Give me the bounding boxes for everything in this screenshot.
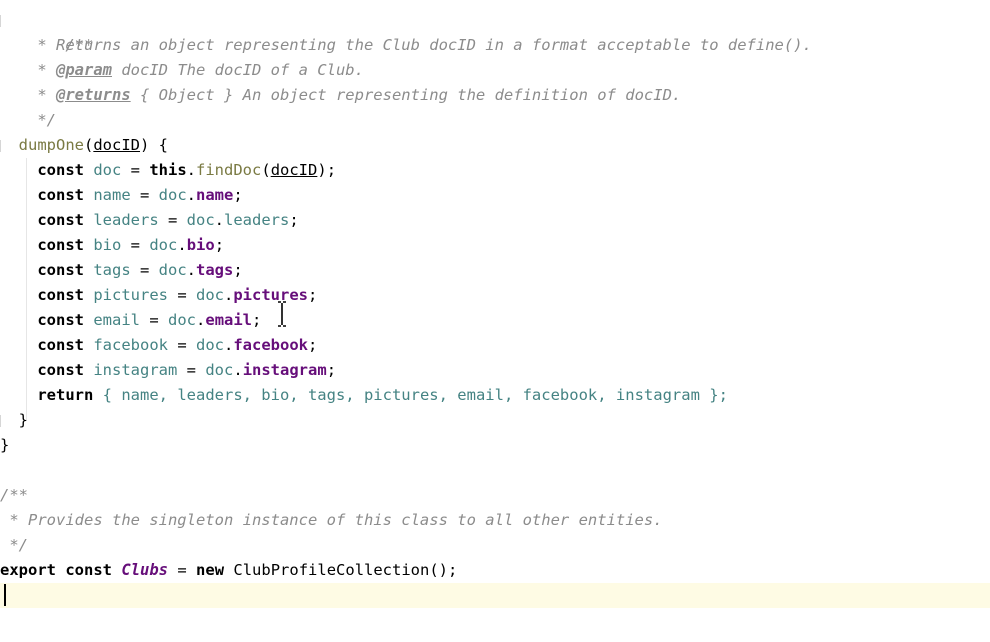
variable: doc: [205, 361, 234, 379]
property: facebook: [233, 336, 308, 354]
code-line[interactable]: */: [0, 533, 990, 558]
code-line[interactable]: * @param docID The docID of a Club.: [0, 58, 990, 83]
variable: doc: [168, 311, 197, 329]
comment-open: /**: [0, 486, 28, 504]
current-line[interactable]: [0, 583, 990, 608]
code-line[interactable]: * Returns an object representing the Clu…: [0, 33, 990, 58]
comment-text: docID The docID of a Club.: [112, 61, 364, 79]
property: email: [205, 311, 253, 329]
variable: leaders: [93, 211, 159, 229]
code-line[interactable]: const bio = doc.bio;: [0, 233, 990, 258]
close-brace: }: [0, 436, 10, 454]
variable: doc: [149, 236, 178, 254]
method-param: docID: [93, 136, 141, 154]
method-name: dumpOne: [18, 136, 84, 154]
code-line[interactable]: const instagram = doc.instagram;: [0, 358, 990, 383]
const-keyword: const: [37, 311, 84, 329]
property: name: [196, 186, 234, 204]
jsdoc-param-tag: @param: [56, 61, 112, 79]
variable: bio: [93, 236, 122, 254]
variable: doc: [158, 261, 187, 279]
variable: doc: [186, 211, 215, 229]
ibeam-cursor-icon: [278, 301, 286, 327]
return-keyword: return: [37, 386, 94, 404]
code-line[interactable]: return { name, leaders, bio, tags, pictu…: [0, 383, 990, 408]
code-line[interactable]: export const Clubs = new ClubProfileColl…: [0, 558, 990, 583]
comment-close: */: [28, 111, 56, 129]
const-keyword: const: [37, 211, 84, 229]
code-line[interactable]: /**: [0, 483, 990, 508]
comment-text: { Object } An object representing the de…: [130, 86, 682, 104]
jsdoc-returns-tag: @returns: [56, 86, 131, 104]
code-line[interactable]: */: [0, 108, 990, 133]
new-keyword: new: [196, 561, 225, 579]
code-line[interactable]: const facebook = doc.facebook;: [0, 333, 990, 358]
const-keyword: const: [65, 561, 113, 579]
variable: facebook: [93, 336, 168, 354]
code-line[interactable]: dumpOne(docID) {: [0, 133, 990, 158]
variable: doc: [196, 336, 224, 354]
property: instagram: [242, 361, 327, 379]
open-brace: ) {: [140, 136, 169, 154]
code-line[interactable]: const email = doc.email;: [0, 308, 990, 333]
property: bio: [186, 236, 215, 254]
this-keyword: this: [149, 161, 187, 179]
code-line[interactable]: }: [0, 433, 990, 458]
code-editor[interactable]: /** * Returns an object representing the…: [0, 0, 990, 642]
class-name: ClubProfileCollection: [233, 561, 430, 579]
const-keyword: const: [37, 361, 84, 379]
code-line[interactable]: const doc = this.findDoc(docID);: [0, 158, 990, 183]
variable: name: [93, 186, 131, 204]
property: leaders: [224, 211, 290, 229]
comment-text: * Provides the singleton instance of thi…: [0, 511, 663, 529]
call-parens: ();: [429, 561, 458, 579]
variable: doc: [93, 161, 122, 179]
close-brace: }: [18, 411, 29, 429]
code-line[interactable]: const leaders = doc.leaders;: [0, 208, 990, 233]
const-keyword: const: [37, 336, 84, 354]
fold-marker[interactable]: [0, 140, 1, 152]
method-param: docID: [270, 161, 318, 179]
variable: doc: [196, 286, 224, 304]
variable: tags: [93, 261, 131, 279]
const-keyword: const: [37, 186, 84, 204]
fold-marker[interactable]: [0, 415, 1, 427]
variable: doc: [158, 186, 187, 204]
property: tags: [196, 261, 234, 279]
code-line[interactable]: const name = doc.name;: [0, 183, 990, 208]
export-keyword: export: [0, 561, 56, 579]
variable: email: [93, 311, 141, 329]
variable: pictures: [93, 286, 168, 304]
code-line[interactable]: const tags = doc.tags;: [0, 258, 990, 283]
method-call: findDoc: [196, 161, 262, 179]
code-line[interactable]: }: [0, 408, 990, 433]
return-object: { name, leaders, bio, tags, pictures, em…: [102, 386, 728, 404]
code-line[interactable]: * Provides the singleton instance of thi…: [0, 508, 990, 533]
exported-constant: Clubs: [121, 561, 169, 579]
code-line[interactable]: * @returns { Object } An object represen…: [0, 83, 990, 108]
const-keyword: const: [37, 286, 84, 304]
property: pictures: [233, 286, 308, 304]
comment-text: * Returns an object representing the Clu…: [28, 36, 812, 54]
const-keyword: const: [37, 261, 84, 279]
code-line[interactable]: /**: [0, 8, 990, 54]
text-caret: [4, 584, 6, 606]
const-keyword: const: [37, 161, 84, 179]
const-keyword: const: [37, 236, 84, 254]
code-line[interactable]: const pictures = doc.pictures;: [0, 283, 990, 308]
variable: instagram: [93, 361, 178, 379]
fold-marker[interactable]: [0, 15, 1, 27]
comment-close: */: [0, 536, 28, 554]
